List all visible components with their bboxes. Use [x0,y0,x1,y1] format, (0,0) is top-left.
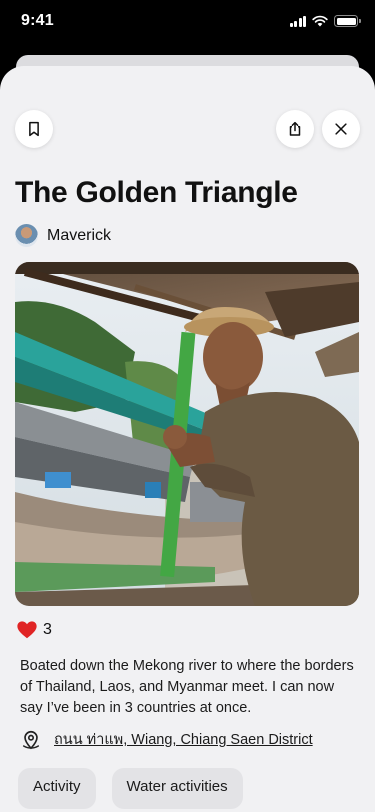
location[interactable]: ถนน ท่าแพ, Wiang, Chiang Saen District [20,728,313,751]
like-count: 3 [43,621,52,638]
wifi-icon [312,15,328,27]
tag-water-activities[interactable]: Water activities [111,768,243,809]
author-name[interactable]: Maverick [47,227,111,245]
close-button[interactable] [322,110,360,148]
status-icons [289,15,361,27]
post-title: The Golden Triangle [15,176,298,209]
map-pin-icon [22,730,40,749]
share-icon [289,121,301,136]
post-photo[interactable] [15,262,359,606]
location-link[interactable]: ถนน ท่าแพ, Wiang, Chiang Saen District [54,728,313,751]
likes: 3 [16,619,52,641]
post-description: Boated down the Mekong river to where th… [20,658,354,716]
author[interactable]: Maverick [15,224,111,247]
tag-activity[interactable]: Activity [18,768,96,809]
cellular-signal-icon [289,15,306,27]
close-icon [335,123,347,135]
avatar[interactable] [15,224,38,247]
bookmark-button[interactable] [15,110,53,148]
tag-list: Activity Water activities [18,768,243,809]
heart-icon[interactable] [16,619,38,641]
bookmark-icon [29,121,39,137]
status-time: 9:41 [21,12,54,29]
boat-photo-image [15,262,359,606]
battery-icon [334,15,361,27]
share-button[interactable] [276,110,314,148]
status-bar: 9:41 [0,0,375,44]
